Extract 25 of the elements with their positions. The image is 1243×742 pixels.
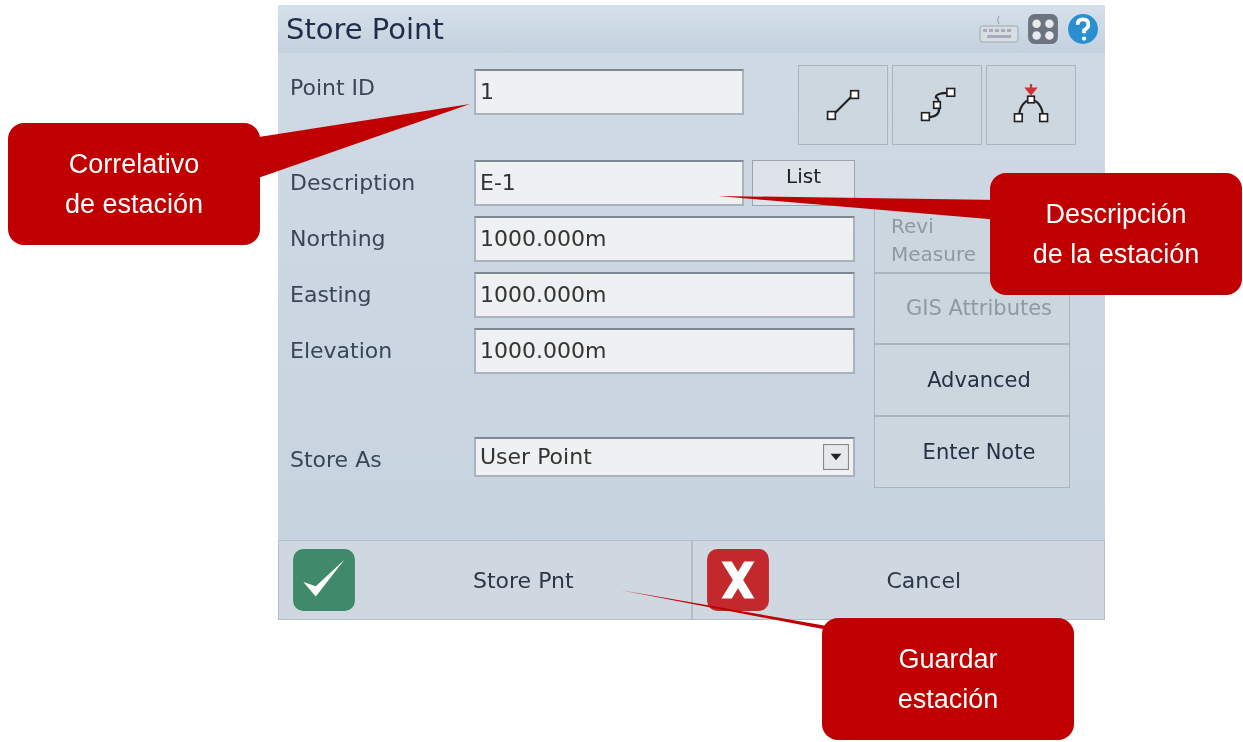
arc-tool-button[interactable] (986, 64, 1076, 145)
cancel-button[interactable]: Cancel (691, 540, 1105, 620)
field-label: Store As (290, 445, 383, 474)
input-field[interactable]: E-1 (474, 159, 744, 206)
field-label: Northing (290, 224, 387, 253)
field-label: Easting (290, 280, 373, 309)
field-label: Elevation (290, 336, 394, 365)
checkmark-icon (291, 547, 357, 614)
input-field[interactable]: 1000.000m (474, 327, 855, 374)
callout-text: Guardar estación (897, 643, 999, 716)
calculator-icon[interactable] (1027, 12, 1059, 45)
help-icon[interactable] (1067, 12, 1099, 45)
side-button[interactable]: Advanced (874, 343, 1070, 416)
input-field[interactable]: 1000.000m (474, 271, 855, 318)
field-label: Point ID (290, 73, 377, 102)
curve-tool-button[interactable] (892, 64, 982, 145)
store-as-dropdown[interactable]: User Point (474, 436, 855, 477)
store-button[interactable]: Store Pnt (278, 540, 692, 620)
input-field[interactable]: 1000.000m (474, 215, 855, 262)
close-icon (704, 547, 771, 614)
callout-text: Correlativo de estación (64, 148, 204, 221)
side-button[interactable]: Enter Note (874, 415, 1070, 488)
window-title: Store Point (286, 11, 444, 46)
field-label: Description (290, 168, 417, 197)
point-id-field[interactable]: 1 (474, 68, 744, 115)
